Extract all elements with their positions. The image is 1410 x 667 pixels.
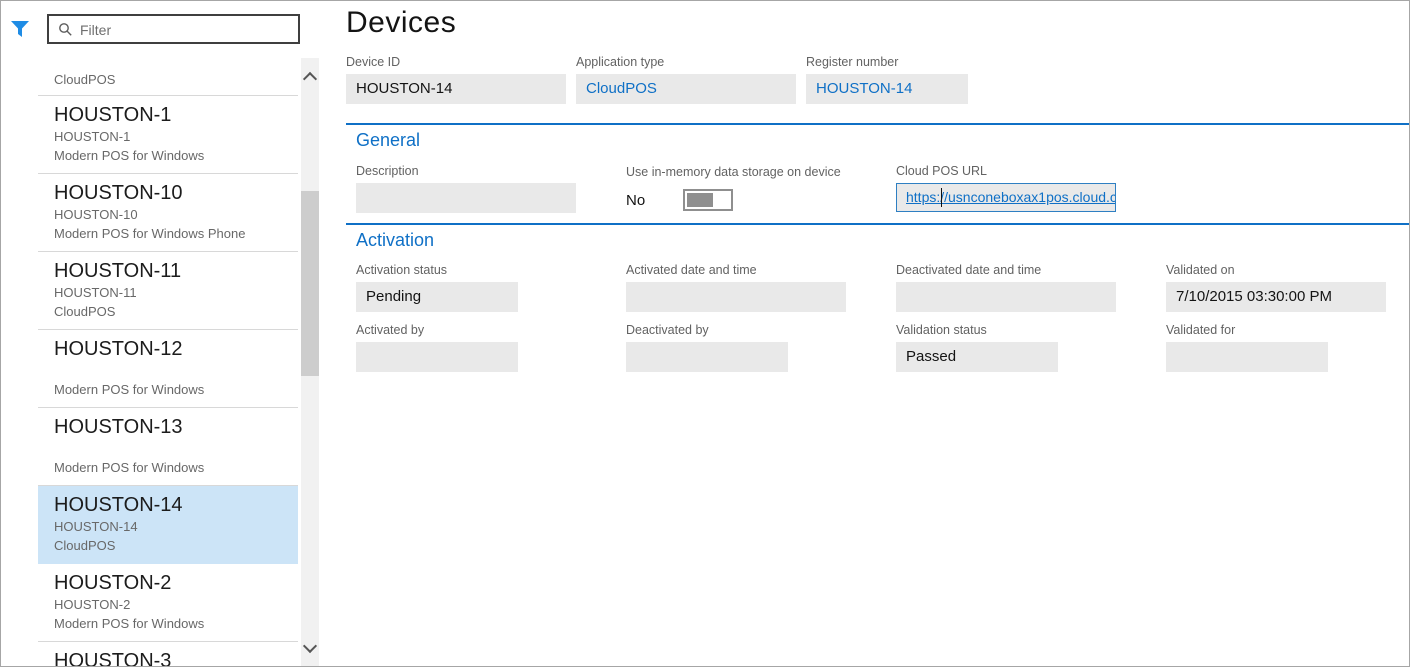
device-list-item[interactable]: HOUSTON-11 HOUSTON-11 CloudPOS	[38, 252, 298, 330]
device-title: HOUSTON-10	[54, 181, 298, 205]
field-validated-on: Validated on 7/10/2015 03:30:00 PM	[1166, 263, 1386, 312]
device-title: HOUSTON-12	[54, 337, 298, 361]
scroll-up-button[interactable]	[301, 66, 319, 88]
deactivated-by-input[interactable]	[626, 342, 788, 372]
device-name: HOUSTON-11	[54, 283, 298, 302]
deactivated-datetime-input[interactable]	[896, 282, 1116, 312]
device-id-input[interactable]: HOUSTON-14	[346, 74, 566, 104]
filter-field	[47, 14, 300, 44]
device-app-type: CloudPOS	[54, 536, 298, 555]
field-cloud-pos-url: Cloud POS URL https://usnconeboxax1pos.c…	[896, 164, 1116, 212]
toggle-knob	[687, 193, 713, 207]
application-type-link[interactable]: CloudPOS	[576, 74, 796, 104]
device-title: HOUSTON-2	[54, 571, 298, 595]
device-list-item-selected[interactable]: HOUSTON-14 HOUSTON-14 CloudPOS	[38, 486, 298, 564]
device-title: HOUSTON-13	[54, 415, 298, 439]
device-name: HOUSTON-1	[54, 127, 298, 146]
activated-datetime-input[interactable]	[626, 282, 846, 312]
device-list: CloudPOS HOUSTON-1 HOUSTON-1 Modern POS …	[38, 59, 298, 667]
device-list-item[interactable]: HOUSTON-13 Modern POS for Windows	[38, 408, 298, 486]
device-app-type: Modern POS for Windows	[54, 614, 298, 633]
validation-status-input[interactable]: Passed	[896, 342, 1058, 372]
section-header-general[interactable]: General	[356, 130, 420, 151]
device-list-item[interactable]: HOUSTON-1 HOUSTON-1 Modern POS for Windo…	[38, 96, 298, 174]
description-input[interactable]	[356, 183, 576, 213]
device-name	[54, 439, 298, 458]
field-label: Activation status	[356, 263, 518, 279]
section-header-activation[interactable]: Activation	[356, 230, 434, 251]
section-divider	[346, 223, 1409, 225]
device-app-type: Modern POS for Windows	[54, 146, 298, 165]
sidebar-scrollbar[interactable]	[301, 58, 319, 667]
page-title: Devices	[346, 6, 456, 40]
field-in-memory-storage: Use in-memory data storage on device No	[626, 165, 841, 211]
chevron-down-icon	[303, 639, 317, 653]
field-deactivated-by: Deactivated by	[626, 323, 788, 372]
device-name: HOUSTON-2	[54, 595, 298, 614]
field-label: Validation status	[896, 323, 1058, 339]
field-label: Deactivated date and time	[896, 263, 1116, 279]
field-label: Register number	[806, 55, 968, 71]
device-name: HOUSTON-10	[54, 205, 298, 224]
device-title: HOUSTON-3	[54, 649, 298, 667]
device-list-item[interactable]: CloudPOS	[38, 59, 298, 96]
device-list-item[interactable]: HOUSTON-12 Modern POS for Windows	[38, 330, 298, 408]
scroll-down-button[interactable]	[301, 637, 319, 659]
device-title: HOUSTON-1	[54, 103, 298, 127]
field-description: Description	[356, 164, 576, 213]
device-name	[54, 361, 298, 380]
device-name: HOUSTON-14	[54, 517, 298, 536]
field-label: Validated for	[1166, 323, 1328, 339]
device-title: HOUSTON-11	[54, 259, 298, 283]
field-activated-by: Activated by	[356, 323, 518, 372]
activation-status-input[interactable]: Pending	[356, 282, 518, 312]
devices-page: CloudPOS HOUSTON-1 HOUSTON-1 Modern POS …	[0, 0, 1410, 667]
text-cursor	[941, 188, 942, 207]
field-activation-status: Activation status Pending	[356, 263, 518, 312]
device-app-type: Modern POS for Windows Phone	[54, 224, 298, 243]
field-device-id: Device ID HOUSTON-14	[346, 55, 566, 104]
cloud-pos-url-link[interactable]: https://usnconeboxax1pos.cloud.c	[906, 189, 1116, 205]
field-label: Activated date and time	[626, 263, 846, 279]
device-list-item[interactable]: HOUSTON-10 HOUSTON-10 Modern POS for Win…	[38, 174, 298, 252]
field-label: Use in-memory data storage on device	[626, 165, 841, 181]
field-activated-datetime: Activated date and time	[626, 263, 846, 312]
device-app-type: Modern POS for Windows	[54, 380, 298, 399]
in-memory-storage-toggle[interactable]	[683, 189, 733, 211]
field-validated-for: Validated for	[1166, 323, 1328, 372]
field-deactivated-datetime: Deactivated date and time	[896, 263, 1116, 312]
device-detail-panel: Devices Device ID HOUSTON-14 Application…	[346, 1, 1409, 667]
field-label: Validated on	[1166, 263, 1386, 279]
device-title: HOUSTON-14	[54, 493, 298, 517]
device-list-item[interactable]: HOUSTON-3	[38, 642, 298, 667]
chevron-up-icon	[303, 72, 317, 86]
filter-funnel-icon[interactable]	[10, 20, 30, 38]
field-label: Application type	[576, 55, 796, 71]
field-application-type: Application type CloudPOS	[576, 55, 796, 104]
device-app-type: CloudPOS	[54, 72, 115, 87]
field-label: Deactivated by	[626, 323, 788, 339]
field-label: Device ID	[346, 55, 566, 71]
scrollbar-thumb[interactable]	[301, 191, 319, 376]
device-app-type: Modern POS for Windows	[54, 458, 298, 477]
field-label: Description	[356, 164, 576, 180]
field-label: Activated by	[356, 323, 518, 339]
validated-on-input[interactable]: 7/10/2015 03:30:00 PM	[1166, 282, 1386, 312]
device-list-item[interactable]: HOUSTON-2 HOUSTON-2 Modern POS for Windo…	[38, 564, 298, 642]
filter-input[interactable]	[78, 17, 295, 43]
register-number-link[interactable]: HOUSTON-14	[806, 74, 968, 104]
cloud-pos-url-input[interactable]: https://usnconeboxax1pos.cloud.c	[896, 183, 1116, 212]
section-divider	[346, 123, 1409, 125]
field-register-number: Register number HOUSTON-14	[806, 55, 968, 104]
toggle-state-label: No	[626, 192, 683, 209]
activated-by-input[interactable]	[356, 342, 518, 372]
field-label: Cloud POS URL	[896, 164, 1116, 180]
field-validation-status: Validation status Passed	[896, 323, 1058, 372]
search-icon	[58, 22, 73, 42]
validated-for-input[interactable]	[1166, 342, 1328, 372]
device-app-type: CloudPOS	[54, 302, 298, 321]
